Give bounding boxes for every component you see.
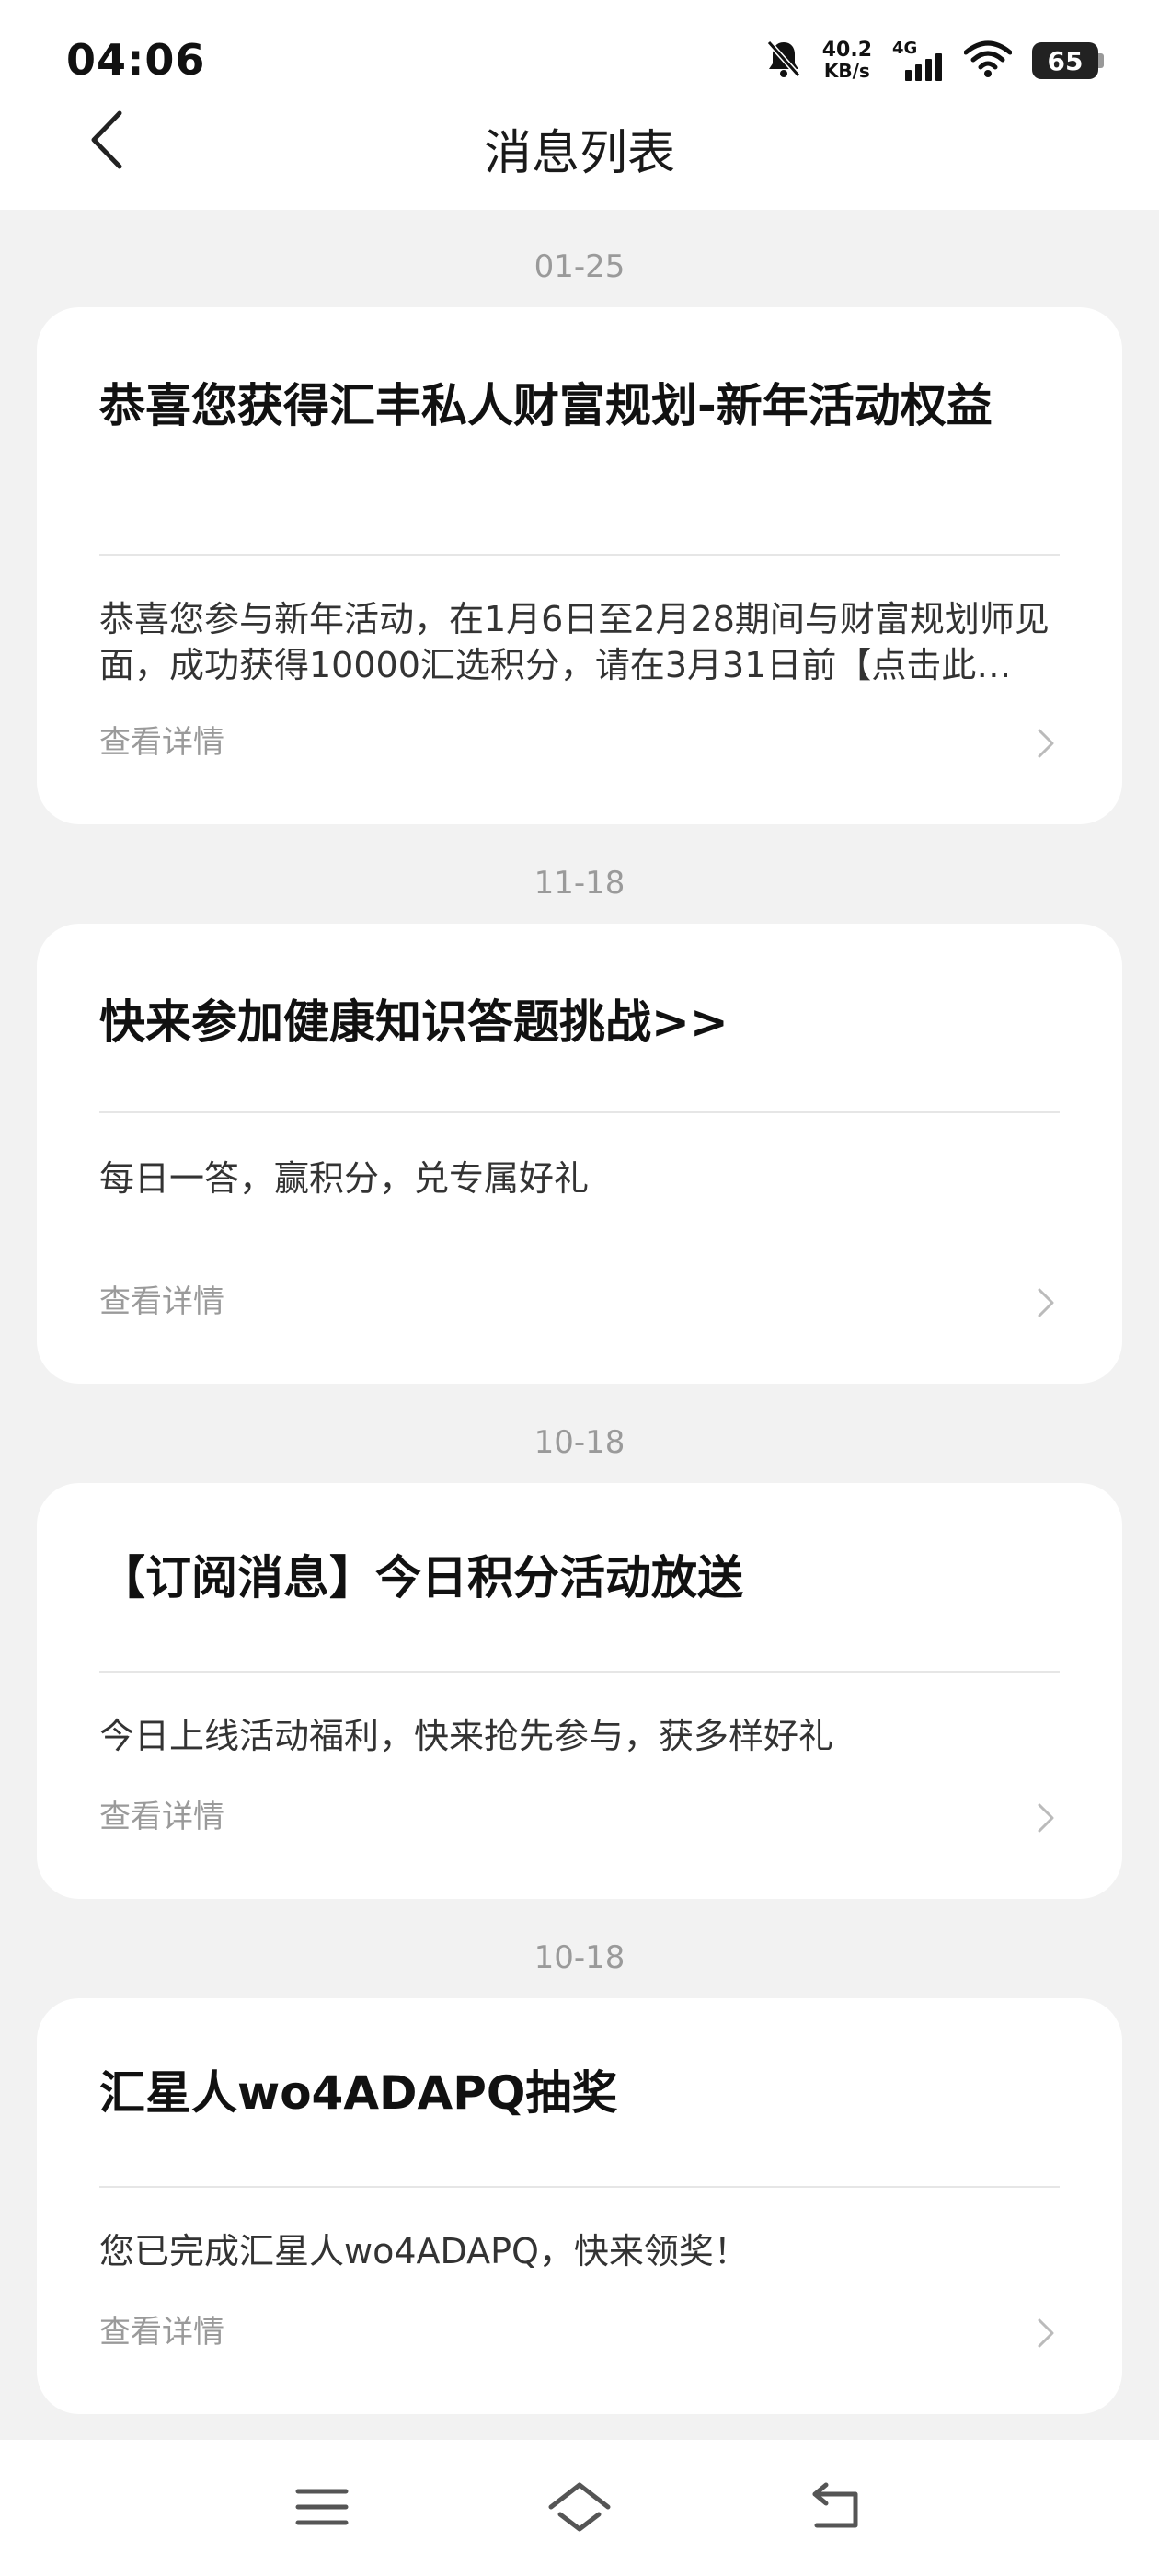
message-card[interactable]: 汇星人wo4ADAPQ抽奖 您已完成汇星人wo4ADAPQ，快来领奖！ 查看详情 <box>37 1998 1122 2414</box>
menu-icon <box>294 2484 350 2534</box>
message-title: 快来参加健康知识答题挑战>> <box>99 995 729 1049</box>
chevron-right-icon <box>1032 2315 1060 2352</box>
back-nav-button[interactable] <box>796 2467 878 2550</box>
message-body: 您已完成汇星人wo4ADAPQ，快来领奖！ <box>99 2231 749 2271</box>
system-nav-bar <box>0 2440 1159 2576</box>
status-icons: 40.2 KB/s 4G 65 <box>765 33 1104 88</box>
chevron-right-icon <box>1032 725 1060 762</box>
message-body: 每日一答，赢积分，兑专属好礼 <box>99 1158 590 1199</box>
wifi-icon <box>963 40 1013 82</box>
view-details-label: 查看详情 <box>99 1799 224 1835</box>
message-card[interactable]: 恭喜您获得汇丰私人财富规划-新年活动权益 恭喜您参与新年活动，在1月6日至2月2… <box>37 307 1122 824</box>
date-label: 11-18 <box>534 865 625 902</box>
battery-level: 65 <box>1047 45 1084 76</box>
battery-icon: 65 <box>1032 42 1104 79</box>
home-button[interactable] <box>538 2467 621 2550</box>
view-details-link[interactable]: 查看详情 <box>99 719 1060 765</box>
view-details-link[interactable]: 查看详情 <box>99 1279 1060 1325</box>
back-icon <box>809 2481 865 2536</box>
divider <box>99 554 1060 556</box>
home-icon <box>547 2481 612 2536</box>
message-card[interactable]: 快来参加健康知识答题挑战>> 每日一答，赢积分，兑专属好礼 查看详情 <box>37 924 1122 1384</box>
bell-muted-icon <box>765 39 802 83</box>
divider <box>99 1671 1060 1673</box>
date-label: 10-18 <box>534 1939 625 1976</box>
network-speed-unit: KB/s <box>823 60 870 82</box>
date-label: 10-18 <box>534 1424 625 1461</box>
message-body: 恭喜您参与新年活动，在1月6日至2月28期间与财富规划师见面，成功获得10000… <box>99 599 1050 685</box>
date-label: 01-25 <box>534 248 625 285</box>
message-title: 【订阅消息】今日积分活动放送 <box>99 1551 743 1604</box>
view-details-link[interactable]: 查看详情 <box>99 2309 1060 2355</box>
view-details-label: 查看详情 <box>99 2314 224 2351</box>
signal-icon: 4G <box>892 39 944 81</box>
chevron-right-icon <box>1032 1800 1060 1836</box>
network-speed-value: 40.2 <box>821 39 872 62</box>
message-list-screen: 04:06 40.2 KB/s 4G 65 消息列表 01-25 恭喜您获得汇丰… <box>0 0 1159 2576</box>
divider <box>99 2186 1060 2188</box>
top-bar: 04:06 40.2 KB/s 4G 65 消息列表 <box>0 0 1159 210</box>
message-title: 恭喜您获得汇丰私人财富规划-新年活动权益 <box>99 379 993 432</box>
divider <box>99 1111 1060 1113</box>
status-time: 04:06 <box>66 35 206 85</box>
message-title: 汇星人wo4ADAPQ抽奖 <box>99 2066 618 2120</box>
page-title: 消息列表 <box>483 126 675 181</box>
menu-button[interactable] <box>281 2467 363 2550</box>
view-details-label: 查看详情 <box>99 1283 224 1320</box>
message-body: 今日上线活动福利，快来抢先参与，获多样好礼 <box>99 1716 834 1756</box>
view-details-label: 查看详情 <box>99 724 224 761</box>
chevron-right-icon <box>1032 1284 1060 1321</box>
network-speed: 40.2 KB/s <box>821 39 872 82</box>
view-details-link[interactable]: 查看详情 <box>99 1794 1060 1840</box>
message-card[interactable]: 【订阅消息】今日积分活动放送 今日上线活动福利，快来抢先参与，获多样好礼 查看详… <box>37 1483 1122 1899</box>
